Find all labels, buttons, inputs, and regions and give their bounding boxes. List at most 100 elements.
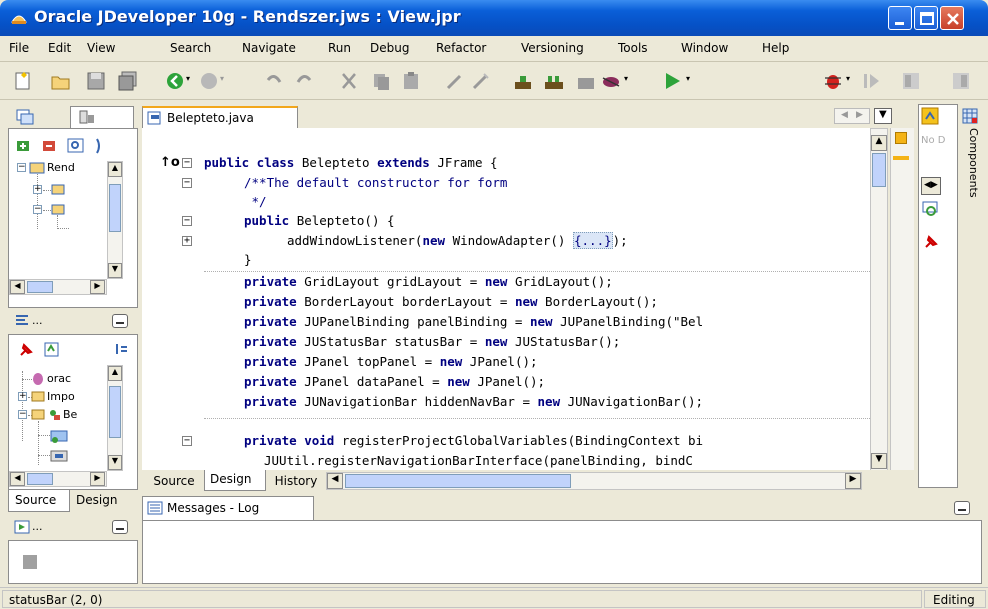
fold-toggle[interactable]: + [182, 236, 192, 246]
forward-dropdown-icon[interactable]: ▾ [220, 74, 228, 96]
tree-toggle-project-1[interactable]: + [33, 185, 42, 194]
tree-toggle-workspace[interactable]: − [17, 163, 26, 172]
run-icon[interactable] [661, 70, 683, 92]
back-icon[interactable] [164, 70, 186, 92]
scroll-thumb[interactable] [872, 153, 886, 187]
menu-navigate[interactable]: Navigate [242, 41, 296, 55]
palette-icon[interactable] [921, 107, 939, 125]
override-marker-icon[interactable]: ↑o [160, 155, 180, 170]
scroll-down-button[interactable]: ▼ [108, 455, 122, 470]
minimize-structure-button[interactable] [112, 314, 128, 328]
tree-item-workspace[interactable]: Rend [47, 161, 77, 174]
freeze-view-icon[interactable] [43, 341, 61, 359]
paste-icon[interactable] [400, 70, 422, 92]
tree-toggle-class[interactable]: − [18, 410, 27, 419]
wand-icon[interactable] [444, 70, 466, 92]
copy-icon[interactable] [370, 70, 392, 92]
code-editor[interactable]: ↑o − public class Belepteto extends JFra… [142, 128, 870, 470]
fold-toggle[interactable]: − [182, 216, 192, 226]
scroll-thumb[interactable] [109, 184, 121, 232]
scroll-left-button[interactable]: ◀ [10, 280, 25, 294]
deploy-icon[interactable] [575, 70, 597, 92]
back-dropdown-icon[interactable]: ▾ [186, 74, 194, 96]
structure-tab-source[interactable]: Source [8, 490, 70, 512]
scroll-up-button[interactable]: ▲ [108, 366, 122, 381]
editor-tab-history[interactable]: History [268, 472, 324, 491]
scroll-thumb[interactable] [109, 386, 121, 438]
menu-edit[interactable]: Edit [48, 41, 71, 55]
search-navigator-icon[interactable] [67, 137, 85, 155]
tab-scroll-buttons[interactable]: ◀ ▶ [834, 108, 870, 124]
more-tools-icon[interactable] [93, 137, 103, 155]
debug-dropdown-icon[interactable]: ▾ [846, 74, 854, 96]
components-side-tab[interactable]: Components [958, 104, 982, 488]
pin-icon[interactable] [17, 341, 35, 359]
close-button[interactable] [940, 6, 964, 30]
fold-toggle[interactable]: − [182, 178, 192, 188]
tab-belepteto-java[interactable]: Belepteto.java [142, 106, 298, 128]
save-icon[interactable] [85, 70, 107, 92]
warning-marker-icon[interactable] [895, 132, 907, 144]
structure-horizontal-scrollbar[interactable]: ◀ ▶ [9, 471, 107, 487]
minimize-small-panel-button[interactable] [112, 520, 128, 534]
menu-window[interactable]: Window [681, 41, 728, 55]
structure-item-class[interactable]: Be [63, 408, 77, 421]
scroll-left-button[interactable]: ◀ [10, 472, 25, 486]
structure-item-1[interactable]: orac [47, 372, 77, 385]
layout-icon[interactable] [900, 70, 922, 92]
debug-icon[interactable] [822, 70, 844, 92]
structure-vertical-scrollbar[interactable]: ▲ ▼ [107, 365, 123, 471]
menu-refactor[interactable]: Refactor [436, 41, 486, 55]
warning-stripe[interactable] [893, 156, 909, 160]
menu-debug[interactable]: Debug [370, 41, 409, 55]
new-icon[interactable] [12, 70, 34, 92]
minimize-log-button[interactable] [954, 501, 970, 515]
messages-log-panel[interactable] [142, 520, 982, 584]
sort-icon[interactable] [113, 341, 131, 359]
fold-toggle[interactable]: − [182, 436, 192, 446]
menu-run[interactable]: Run [328, 41, 351, 55]
add-project-icon[interactable] [15, 137, 33, 155]
redo-icon[interactable] [294, 70, 316, 92]
xml-search-icon[interactable] [922, 201, 940, 217]
menu-tools[interactable]: Tools [618, 41, 648, 55]
make-icon[interactable] [512, 70, 534, 92]
bug-report-icon[interactable] [600, 70, 622, 92]
run-dropdown-icon[interactable]: ▾ [686, 74, 694, 96]
forward-icon[interactable] [198, 70, 220, 92]
maximize-button[interactable] [914, 6, 938, 30]
undo-icon[interactable] [262, 70, 284, 92]
h-scroll-thumb[interactable] [345, 474, 571, 488]
structure-tab-design[interactable]: Design [76, 493, 138, 507]
scroll-right-button[interactable]: ▶ [90, 280, 105, 294]
project-icon[interactable] [51, 183, 65, 195]
minimize-button[interactable] [888, 6, 912, 30]
menu-versioning[interactable]: Versioning [521, 41, 584, 55]
tree-toggle-project-2[interactable]: − [33, 205, 42, 214]
resume-icon[interactable] [860, 70, 882, 92]
scroll-up-button[interactable]: ▲ [108, 162, 122, 177]
tab-scroll-left-icon[interactable]: ◀ [841, 110, 848, 120]
save-all-icon[interactable] [117, 70, 139, 92]
scroll-up-button[interactable]: ▲ [871, 135, 887, 151]
title-bar[interactable]: Oracle JDeveloper 10g - Rendszer.jws : V… [0, 0, 988, 36]
open-folder-icon[interactable] [50, 70, 72, 92]
wand-2-icon[interactable] [470, 70, 492, 92]
remove-project-icon[interactable] [41, 137, 59, 155]
rebuild-icon[interactable] [543, 70, 565, 92]
layout-2-icon[interactable] [950, 70, 972, 92]
tab-scroll-right-icon[interactable]: ▶ [856, 110, 863, 120]
editor-horizontal-scrollbar[interactable]: ◀ ▶ [326, 472, 862, 490]
tab-list-button[interactable]: ▼ [874, 108, 892, 124]
tab-messages-log[interactable]: Messages - Log [142, 496, 314, 520]
menu-help[interactable]: Help [762, 41, 789, 55]
cut-icon[interactable] [338, 70, 360, 92]
structure-item-imports[interactable]: Impo [47, 390, 77, 403]
navigator-vertical-scrollbar[interactable]: ▲ ▼ [107, 161, 123, 279]
tree-toggle-imports[interactable]: + [18, 392, 27, 401]
fold-toggle[interactable]: − [182, 158, 192, 168]
menu-file[interactable]: File [9, 41, 29, 55]
menu-search[interactable]: Search [170, 41, 211, 55]
menu-view[interactable]: View [87, 41, 115, 55]
scroll-down-button[interactable]: ▼ [108, 263, 122, 278]
